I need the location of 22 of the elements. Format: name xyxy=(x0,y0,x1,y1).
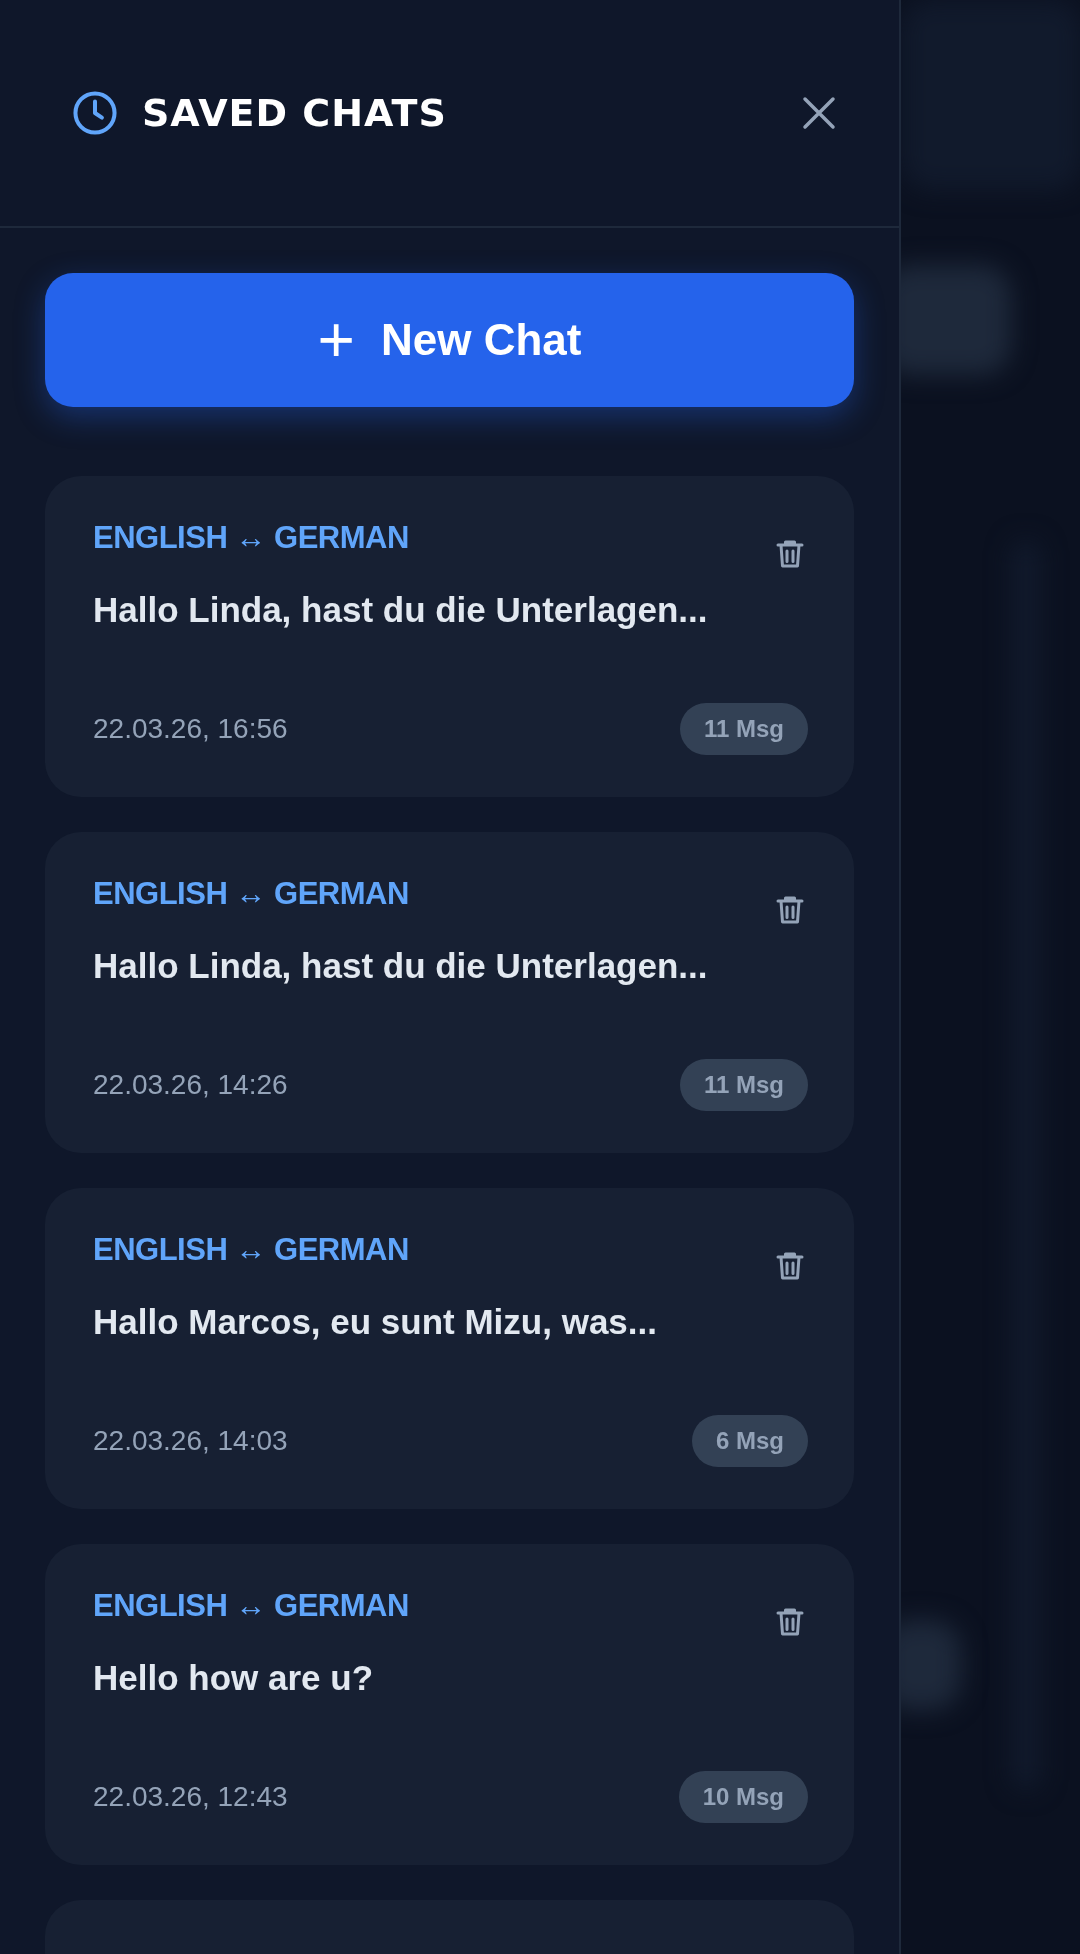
chat-date: 22.03.26, 14:03 xyxy=(93,1425,288,1457)
chat-date: 22.03.26, 12:43 xyxy=(93,1781,288,1813)
language-pair: ENGLISH ↔ GERMAN xyxy=(93,520,409,556)
language-pair: ENGLISH ↔ GERMAN xyxy=(93,1588,409,1624)
chat-title: Hallo Linda, hast du die Unterlagen... xyxy=(93,946,709,986)
message-count: 6 Msg xyxy=(692,1415,808,1467)
chat-title: Hello how are u? xyxy=(93,1658,375,1698)
message-count: 11 Msg xyxy=(679,703,808,755)
chat-title: Hallo Linda, hast du die Unterlagen... xyxy=(93,590,709,630)
chat-title: Hallo Marcos, eu sunt Mizu, was... xyxy=(93,1302,658,1342)
chat-card[interactable]: ENGLISH ↔ GERMAN Hallo Linda, hast du die Unterlagen... 22.03.26, 14:26 11 Msg xyxy=(45,832,854,1153)
message-count: 11 Msg xyxy=(679,1059,808,1111)
panel-title: SAVED CHATS xyxy=(142,91,447,135)
message-count: 10 Msg xyxy=(678,1771,808,1823)
language-pair: ENGLISH ↔ GERMAN xyxy=(93,876,409,912)
language-pair: ENGLISH ↔ GERMAN xyxy=(93,1232,409,1268)
chat-card[interactable]: ENGLISH ↔ GERMAN Hello how are u? 22.03.26, 12:43 10 Msg xyxy=(45,1544,854,1865)
chat-date: 22.03.26, 14:26 xyxy=(93,1069,288,1101)
chat-date: 22.03.26, 16:56 xyxy=(93,713,288,745)
chat-card[interactable]: ENGLISH ↔ GERMAN Hallo Marcos, eu sunt Mizu, was... 22.03.26, 14:03 6 Msg xyxy=(45,1188,854,1509)
new-chat-button[interactable]: + New Chat xyxy=(45,273,854,407)
chat-card[interactable]: ENGLISH ↔ GERMAN Hallo Linda, hast du die Unterlagen... 22.03.26, 16:56 11 Msg xyxy=(45,476,854,797)
